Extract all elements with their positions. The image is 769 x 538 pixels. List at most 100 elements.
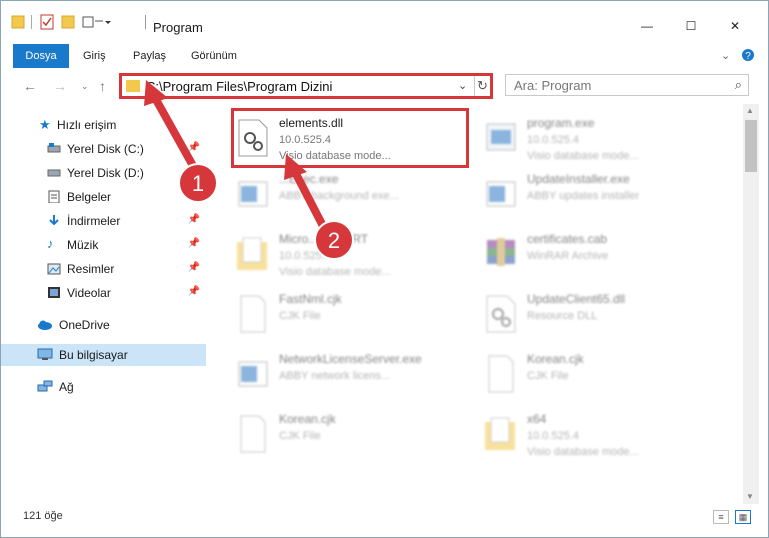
pictures-icon [47, 263, 61, 275]
nav-item-music[interactable]: ♪ Müzik 📌 [1, 234, 206, 256]
file-description: WinRAR Archive [527, 250, 609, 262]
nav-item-label: Videolar [67, 286, 111, 300]
star-icon: ★ [39, 117, 51, 132]
blank-file-icon [240, 415, 266, 453]
file-description: CJK File [527, 370, 569, 382]
file-item-networklicenseserver-exe[interactable]: NetworkLicenseServer.exe ABBY network li… [229, 346, 465, 398]
nav-item-pictures[interactable]: Resimler 📌 [1, 258, 206, 280]
cloud-icon [38, 320, 52, 330]
pin-icon[interactable]: 📌 [188, 238, 200, 249]
refresh-button[interactable]: ↻ [474, 76, 490, 96]
back-arrow-icon[interactable]: ← [23, 78, 37, 94]
file-description: Visio database mode... [527, 150, 639, 162]
search-input[interactable]: Ara: Program ⌕ [505, 74, 749, 96]
nav-item-label: Belgeler [67, 190, 112, 204]
pin-icon[interactable]: 📌 [188, 190, 200, 201]
file-name: certificates.cab [527, 232, 608, 246]
folder-icon [11, 15, 25, 29]
pin-icon[interactable]: 📌 [188, 214, 200, 225]
search-placeholder: Ara: Program [514, 78, 592, 93]
folder-doc-icon [485, 417, 515, 450]
file-item-x64[interactable]: x64 10.0.525.4 Visio database mode... [477, 406, 713, 458]
status-bar: 121 öğe ≡ ▦ [1, 504, 768, 537]
title-bar: Program — ☐ ✕ [1, 1, 768, 41]
download-icon [49, 215, 59, 226]
file-description: ABBY updates installer [527, 190, 640, 202]
properties-icon[interactable] [39, 13, 55, 31]
blank-file-icon [240, 295, 266, 333]
file-description: Visio database mode... [279, 266, 391, 278]
exe-window-icon [238, 181, 268, 207]
quick-access-divider [31, 15, 32, 29]
file-list: elements.dll 10.0.525.4 Visio database m… [209, 104, 743, 504]
pin-icon[interactable]: 📌 [188, 142, 200, 153]
pin-icon[interactable]: 📌 [188, 286, 200, 297]
nav-item-label: İndirmeler [67, 214, 121, 228]
blank-file-icon [488, 355, 514, 393]
scroll-thumb[interactable] [745, 120, 757, 172]
file-item-updateinstaller-exe[interactable]: UpdateInstaller.exe ABBY updates install… [477, 166, 713, 218]
documents-icon [48, 190, 60, 203]
file-item-fastnml-cjk[interactable]: FastNml.cjk CJK File [229, 286, 465, 338]
tab-share[interactable]: Paylaş [133, 44, 166, 68]
file-description: ABBY network licens... [279, 370, 391, 382]
address-path[interactable]: C:\Program Files\Program Dizini [146, 79, 332, 94]
scroll-up-icon[interactable]: ▲ [746, 106, 754, 115]
details-view-icon[interactable]: ≡ [713, 510, 729, 524]
help-icon[interactable]: ? [741, 48, 755, 62]
nav-item-this-pc[interactable]: Bu bilgisayar [1, 344, 206, 366]
nav-item-onedrive[interactable]: OneDrive [1, 314, 206, 336]
highlight-box [231, 108, 469, 168]
music-icon: ♪ [47, 236, 54, 251]
vertical-scrollbar[interactable]: ▲ ▼ [743, 104, 759, 504]
drive-icon [47, 143, 61, 153]
title-divider [145, 15, 146, 29]
item-count: 121 öğe [23, 510, 63, 522]
file-name: program.exe [527, 116, 595, 130]
tab-view[interactable]: Görünüm [191, 44, 237, 68]
nav-item-quick-access[interactable]: ★ Hızlı erişim [1, 114, 206, 136]
pin-icon[interactable]: 📌 [188, 262, 200, 273]
file-description: Resource DLL [527, 310, 598, 322]
file-description: CJK File [279, 430, 321, 442]
file-item-certificates-cab[interactable]: certificates.cab WinRAR Archive [477, 226, 713, 278]
nav-item-local-disk-d[interactable]: Yerel Disk (D:) 📌 [1, 162, 206, 184]
file-item-exec-exe[interactable]: ...Exec.exe ABBY background exe... [229, 166, 465, 218]
up-arrow-icon[interactable]: ↑ [99, 78, 106, 94]
recent-locations-icon[interactable]: ⌄ [81, 81, 89, 92]
exe-icon [486, 123, 516, 151]
address-bar[interactable]: C:\Program Files\Program Dizini ⌄ ↻ [119, 73, 493, 99]
nav-item-downloads[interactable]: İndirmeler 📌 [1, 210, 206, 232]
customize-toolbar-icon[interactable] [81, 13, 111, 31]
forward-arrow-icon[interactable]: → [53, 78, 67, 94]
file-item-microsoft-crt[interactable]: Micro...C90 CRT 10.0.525... Visio databa… [229, 226, 465, 278]
nav-item-documents[interactable]: Belgeler 📌 [1, 186, 206, 208]
scroll-down-icon[interactable]: ▼ [746, 492, 754, 501]
nav-item-videos[interactable]: Videolar 📌 [1, 282, 206, 304]
file-item-korean-cjk[interactable]: Korean.cjk CJK File [477, 346, 713, 398]
winrar-icon [487, 238, 515, 266]
nav-item-network[interactable]: Ağ [1, 376, 206, 398]
large-icons-view-icon[interactable]: ▦ [735, 510, 751, 524]
chevron-down-icon[interactable]: ⌄ [458, 79, 467, 92]
nav-item-label: Ağ [59, 380, 74, 394]
pin-icon[interactable]: 📌 [188, 166, 200, 177]
file-name: NetworkLicenseServer.exe [279, 352, 422, 366]
file-item-program-exe[interactable]: program.exe 10.0.525.4 Visio database mo… [477, 110, 713, 162]
nav-item-label: Müzik [67, 238, 99, 252]
file-item-updateclient65-dll[interactable]: UpdateClient65.dll Resource DLL [477, 286, 713, 338]
close-button[interactable]: ✕ [723, 15, 747, 37]
file-description: Visio database mode... [527, 446, 639, 458]
tab-home[interactable]: Giriş [83, 44, 106, 68]
new-folder-icon[interactable] [61, 13, 75, 31]
file-name: Korean.cjk [279, 412, 336, 426]
chevron-down-icon[interactable]: ⌄ [721, 49, 730, 62]
search-icon[interactable]: ⌕ [735, 77, 742, 93]
nav-item-local-disk-c[interactable]: Yerel Disk (C:) 📌 [1, 138, 206, 160]
address-row: ← → ⌄ ↑ C:\Program Files\Program Dizini … [1, 68, 768, 104]
file-name: Micro...C90 CRT [279, 232, 369, 246]
minimize-button[interactable]: — [635, 15, 659, 37]
nav-item-label: Hızlı erişim [57, 118, 117, 132]
file-item-korean-cjk-2[interactable]: Korean.cjk CJK File [229, 406, 465, 458]
maximize-button[interactable]: ☐ [679, 15, 703, 37]
